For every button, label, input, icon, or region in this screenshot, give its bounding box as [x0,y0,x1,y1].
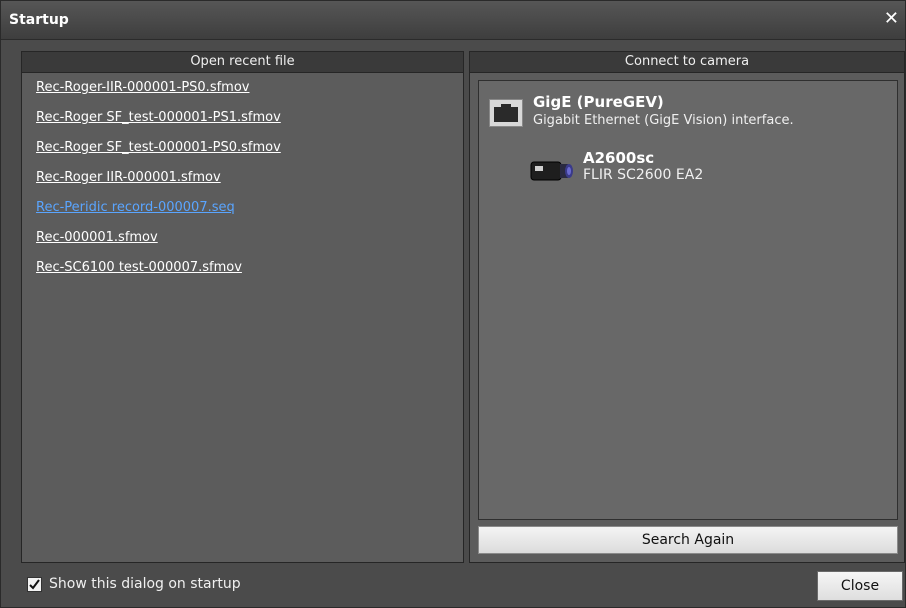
show-on-startup-checkbox[interactable] [27,577,42,592]
camera-name: A2600sc [583,149,655,167]
recent-files-panel: Open recent file Rec-Roger-IIR-000001-PS… [21,51,464,563]
camera-model: FLIR SC2600 EA2 [583,167,704,183]
recent-files-header: Open recent file [22,52,463,73]
close-button[interactable]: Close [817,571,903,601]
camera-icon [529,159,575,183]
startup-dialog: Startup ✕ Open recent file Rec-Roger-IIR… [0,0,906,608]
camera-list: GigE (PureGEV) Gigabit Ethernet (GigE Vi… [478,80,898,520]
recent-file-link[interactable]: Rec-SC6100 test-000007.sfmov [36,259,463,289]
camera-item[interactable]: A2600sc FLIR SC2600 EA2 [529,149,889,189]
show-on-startup-label: Show this dialog on startup [49,576,241,592]
checkmark-icon [29,579,40,590]
ethernet-port-icon [489,99,523,127]
interface-item: GigE (PureGEV) Gigabit Ethernet (GigE Vi… [489,91,889,131]
recent-file-link[interactable]: Rec-000001.sfmov [36,229,463,259]
recent-file-link[interactable]: Rec-Roger SF_test-000001-PS0.sfmov [36,139,463,169]
interface-description: Gigabit Ethernet (GigE Vision) interface… [533,113,794,128]
connect-camera-panel: Connect to camera GigE (PureGEV) Gigabit… [469,51,905,563]
title-bar: Startup ✕ [1,1,905,40]
dialog-footer: Show this dialog on startup Close [1,567,905,607]
interface-name: GigE (PureGEV) [533,93,664,111]
window-title: Startup [9,12,69,28]
recent-file-link[interactable]: Rec-Roger-IIR-000001-PS0.sfmov [36,79,463,109]
recent-file-link[interactable]: Rec-Peridic record-000007.seq [36,199,463,229]
connect-camera-header: Connect to camera [470,52,904,73]
recent-file-link[interactable]: Rec-Roger IIR-000001.sfmov [36,169,463,199]
recent-files-list: Rec-Roger-IIR-000001-PS0.sfmov Rec-Roger… [22,73,463,289]
recent-file-link[interactable]: Rec-Roger SF_test-000001-PS1.sfmov [36,109,463,139]
search-again-button[interactable]: Search Again [478,526,898,554]
close-icon[interactable]: ✕ [884,9,899,29]
